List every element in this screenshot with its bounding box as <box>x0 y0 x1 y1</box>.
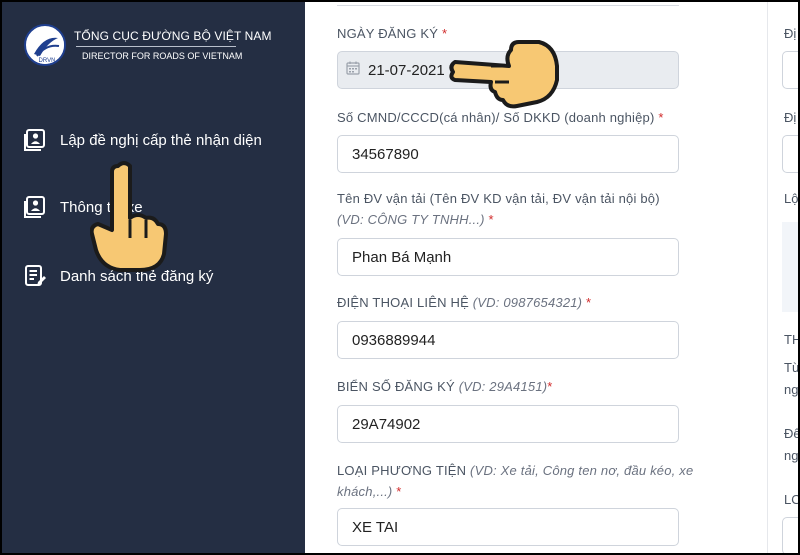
right-input[interactable] <box>782 517 798 553</box>
contact-phone-input[interactable]: 0936889944 <box>337 321 679 359</box>
field-hint-transport-unit: (VD: CÔNG TY TNHH...) * <box>337 212 494 227</box>
field-label-registration-date: NGÀY ĐĂNG KÝ * <box>337 26 448 41</box>
pointing-hand-icon <box>89 158 170 278</box>
drvn-logo: DRVN <box>24 24 66 66</box>
transport-unit-input[interactable]: Phan Bá Mạnh <box>337 238 679 276</box>
field-label-plate-number: BIỂN SỐ ĐĂNG KÝ (VD: 29A4151)* <box>337 379 553 394</box>
right-label: Từ <box>784 360 798 375</box>
right-label: Lộ <box>784 191 798 206</box>
field-hint-vehicle-type: khách,...) * <box>337 484 402 499</box>
vehicle-type-value: XE TAI <box>352 518 399 536</box>
registration-form: NGÀY ĐĂNG KÝ * 21-07-2021 Số CMND/CCCD(c… <box>305 2 767 553</box>
org-subtitle: DIRECTOR FOR ROADS OF VIETNAM <box>82 51 243 61</box>
right-label: TH <box>784 332 798 347</box>
contact-phone-value: 0936889944 <box>352 331 436 349</box>
right-input[interactable] <box>782 51 798 89</box>
id-card-icon <box>22 194 48 220</box>
registration-date-value: 21-07-2021 <box>368 61 445 79</box>
id-card-icon <box>22 127 48 153</box>
screen: DRVN TỔNG CỤC ĐƯỜNG BỘ VIỆT NAM DIRECTOR… <box>2 2 798 553</box>
vehicle-type-input[interactable]: XE TAI <box>337 508 679 546</box>
right-input[interactable] <box>782 135 798 173</box>
checklist-edit-icon <box>22 263 48 289</box>
right-label: Đị <box>784 26 797 41</box>
org-name: TỔNG CỤC ĐƯỜNG BỘ VIỆT NAM <box>74 29 272 43</box>
plate-number-input[interactable]: 29A74902 <box>337 405 679 443</box>
right-label: LO <box>784 492 798 507</box>
pointing-hand-icon <box>447 36 559 115</box>
right-label: ng <box>784 448 798 463</box>
calendar-icon <box>346 61 368 79</box>
org-divider <box>76 46 236 47</box>
right-column-partial: Đị Đị Lộ TH Từ ng Để ng LO <box>767 2 798 553</box>
right-label: Để <box>784 426 798 441</box>
sidebar: DRVN TỔNG CỤC ĐƯỜNG BỘ VIỆT NAM DIRECTOR… <box>2 2 305 553</box>
field-label-vehicle-type: LOẠI PHƯƠNG TIỆN (VD: Xe tải, Công ten n… <box>337 463 694 478</box>
right-label: ng <box>784 382 798 397</box>
right-panel <box>782 222 798 312</box>
field-label-contact-phone: ĐIỆN THOẠI LIÊN HỆ (VD: 0987654321) * <box>337 295 592 310</box>
sidebar-item-create-request[interactable]: Lập đề nghị cấp thẻ nhận diện <box>22 127 262 153</box>
id-number-value: 34567890 <box>352 145 419 163</box>
sidebar-item-label: Lập đề nghị cấp thẻ nhận diện <box>60 131 262 149</box>
field-label-transport-unit: Tên ĐV vận tải (Tên ĐV KD vận tải, ĐV vậ… <box>337 191 660 206</box>
right-label: Đị <box>784 110 797 125</box>
id-number-input[interactable]: 34567890 <box>337 135 679 173</box>
logo-text: DRVN <box>39 58 56 64</box>
transport-unit-value: Phan Bá Mạnh <box>352 248 452 266</box>
plate-number-value: 29A74902 <box>352 415 421 433</box>
top-divider <box>337 2 679 6</box>
